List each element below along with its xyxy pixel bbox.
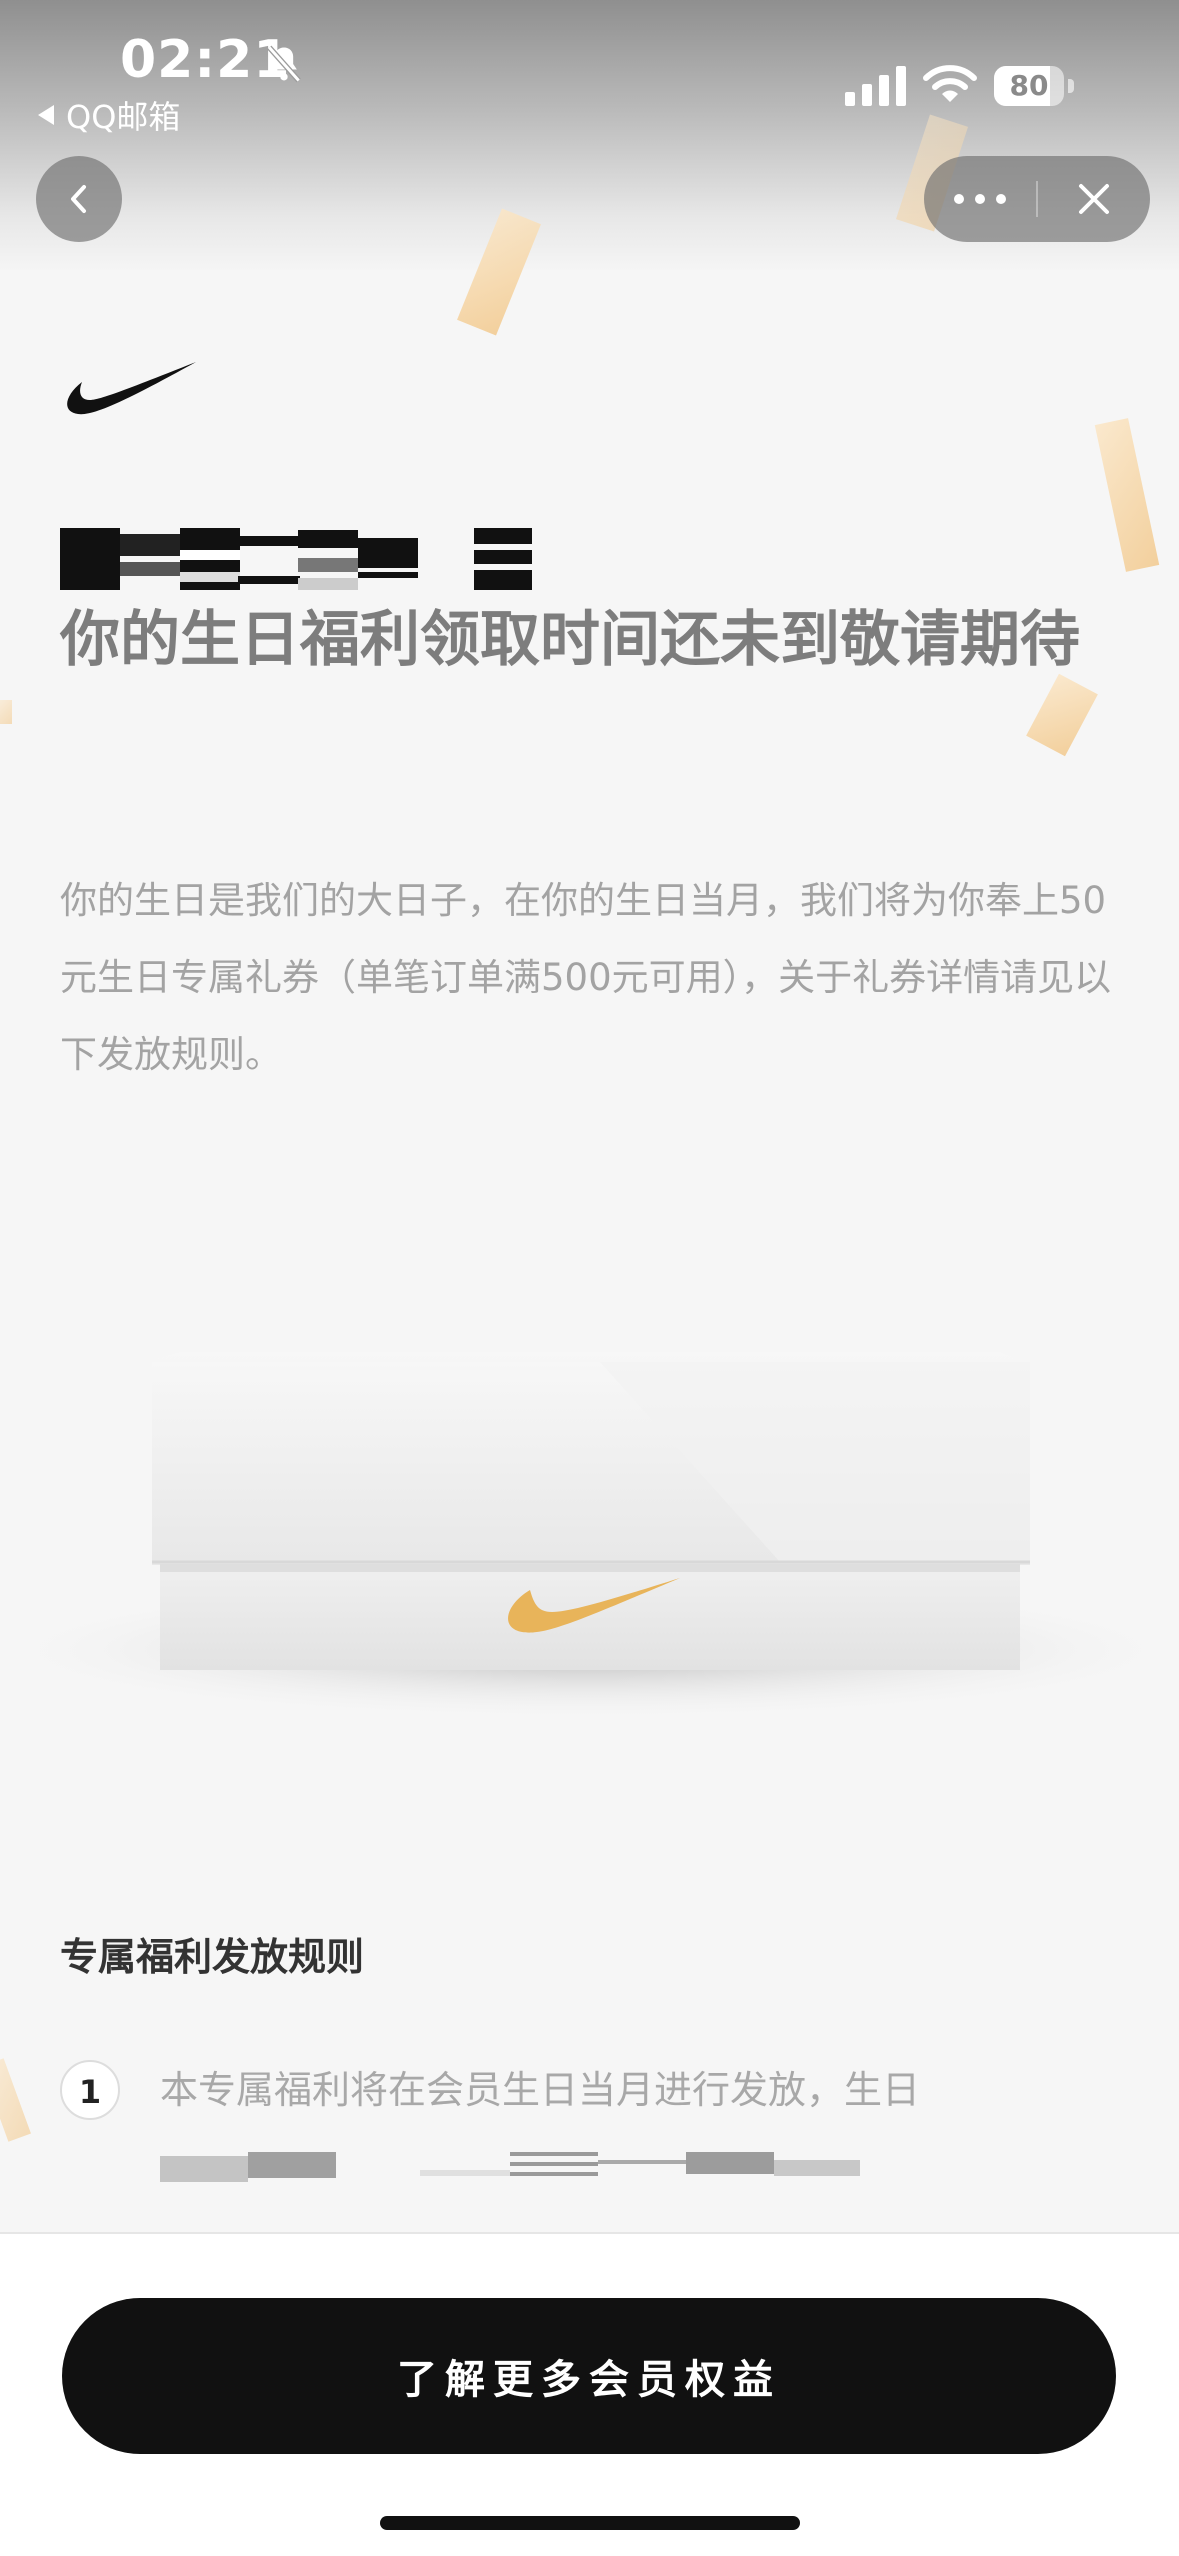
rule-number-badge: 1 <box>60 2060 120 2120</box>
redacted-name <box>60 528 532 590</box>
close-button[interactable] <box>1038 156 1150 242</box>
page-title: 你的生日福利领取时间还未到敬请期待 <box>60 605 1080 675</box>
mini-program-capsule <box>924 156 1150 242</box>
learn-more-membership-button[interactable]: 了解更多会员权益 <box>62 2298 1116 2454</box>
wifi-icon <box>923 65 977 102</box>
rule-text: 本专属福利将在会员生日当月进行发放，生日 <box>160 2068 921 2112</box>
back-to-app-link[interactable]: QQ邮箱 <box>38 92 180 138</box>
redacted-rule-text <box>160 2152 860 2182</box>
confetti-piece <box>1026 673 1098 757</box>
chevron-left-icon <box>71 185 86 213</box>
confetti-piece <box>0 700 12 724</box>
signal-icon <box>845 66 906 106</box>
confetti-piece <box>0 2058 31 2142</box>
battery-icon: 80 <box>994 66 1076 106</box>
rules-title: 专属福利发放规则 <box>60 1935 365 1979</box>
more-dots-icon <box>954 194 1006 204</box>
page: 02:21 QQ邮箱 80 你的生日福利领取时间还未到敬请期待 你的生日是我们的… <box>0 0 1179 2556</box>
close-icon <box>1079 184 1109 214</box>
back-app-label: QQ邮箱 <box>66 98 181 136</box>
bell-off-icon <box>267 45 301 83</box>
more-button[interactable] <box>924 156 1036 242</box>
confetti-piece <box>1094 418 1160 572</box>
gift-box-illustration <box>0 1352 1179 1720</box>
back-triangle-icon <box>38 105 54 125</box>
battery-level: 80 <box>1009 69 1049 102</box>
back-button[interactable] <box>36 156 122 242</box>
intro-paragraph: 你的生日是我们的大日子，在你的生日当月，我们将为你奉上50元生日专属礼券（单笔订… <box>60 879 1112 1076</box>
home-indicator[interactable] <box>380 2516 800 2530</box>
nike-swoosh-logo <box>67 362 196 415</box>
